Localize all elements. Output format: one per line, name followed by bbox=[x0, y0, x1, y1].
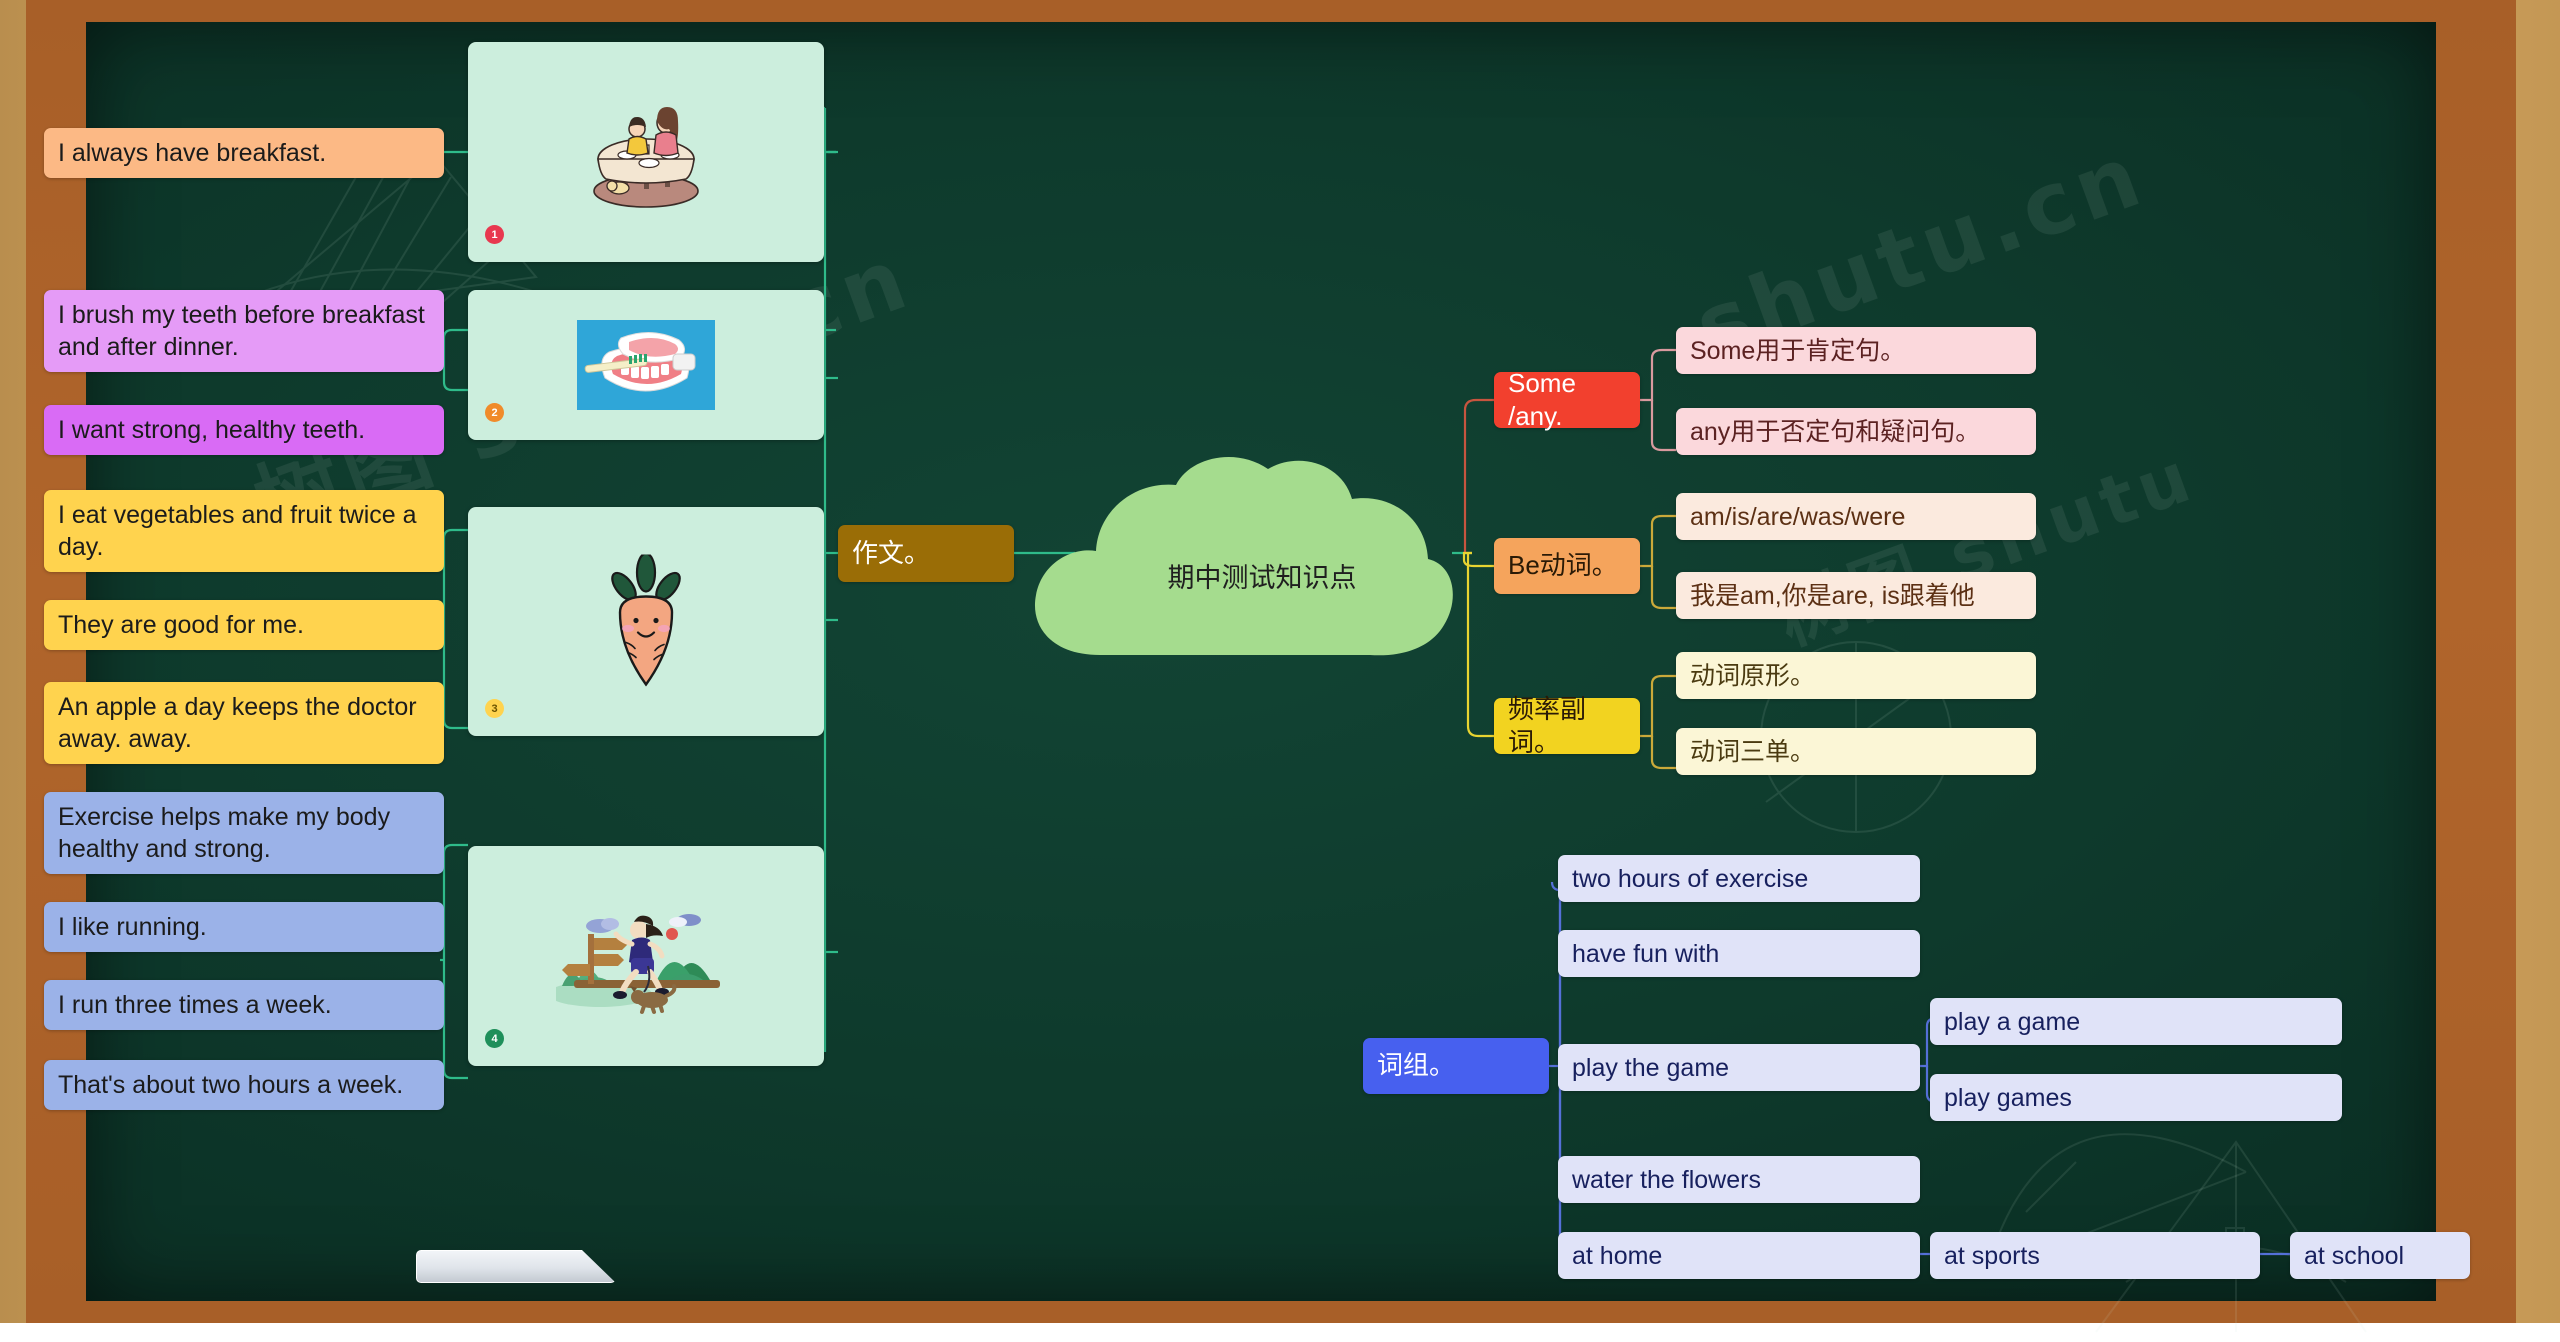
smiling-carrot-icon bbox=[598, 554, 694, 689]
card-badge: 2 bbox=[485, 403, 504, 422]
grammar-label: Some /any. bbox=[1508, 367, 1626, 434]
center-topic-label: 期中测试知识点 bbox=[1030, 455, 1460, 670]
phrase-node[interactable]: have fun with bbox=[1558, 930, 1920, 977]
grammar-child-text: 动词三单。 bbox=[1690, 736, 1815, 768]
sentence-node[interactable]: Exercise helps make my body healthy and … bbox=[44, 792, 444, 874]
center-topic-cloud[interactable]: 期中测试知识点 bbox=[1030, 455, 1460, 670]
phrase-text: have fun with bbox=[1572, 938, 1719, 970]
woman-jogging-with-dog-icon bbox=[556, 896, 736, 1016]
grammar-child-text: any用于否定句和疑问句。 bbox=[1690, 416, 1980, 448]
sentence-text: Exercise helps make my body healthy and … bbox=[58, 801, 430, 865]
phrase-child-node[interactable]: play a game bbox=[1930, 998, 2342, 1045]
phrases-label: 词组。 bbox=[1377, 1049, 1455, 1082]
sentence-node[interactable]: They are good for me. bbox=[44, 600, 444, 650]
phrase-child-node[interactable]: play games bbox=[1930, 1074, 2342, 1121]
sentence-node[interactable]: I brush my teeth before breakfast and af… bbox=[44, 290, 444, 372]
grammar-child-node[interactable]: 动词原形。 bbox=[1676, 652, 2036, 699]
card-badge: 3 bbox=[485, 699, 504, 718]
sentence-node[interactable]: I run three times a week. bbox=[44, 980, 444, 1030]
sentence-node[interactable]: That's about two hours a week. bbox=[44, 1060, 444, 1110]
grammar-child-text: 动词原形。 bbox=[1690, 660, 1815, 692]
sentence-text: I always have breakfast. bbox=[58, 137, 326, 169]
phrase-child-node[interactable]: at sports bbox=[1930, 1232, 2260, 1279]
sentence-text: That's about two hours a week. bbox=[58, 1069, 403, 1101]
picture-card[interactable]: 4 bbox=[468, 846, 824, 1066]
phrase-child-text: play games bbox=[1944, 1082, 2072, 1114]
picture-card[interactable]: 1 bbox=[468, 42, 824, 262]
sentence-text: An apple a day keeps the doctor away. aw… bbox=[58, 691, 430, 755]
grammar-node-some-any[interactable]: Some /any. bbox=[1494, 372, 1640, 428]
grammar-child-node[interactable]: any用于否定句和疑问句。 bbox=[1676, 408, 2036, 455]
grammar-child-node[interactable]: am/is/are/was/were bbox=[1676, 493, 2036, 540]
phrase-text: water the flowers bbox=[1572, 1164, 1761, 1196]
grammar-node-frequency-adverb[interactable]: 频率副词。 bbox=[1494, 698, 1640, 754]
phrase-text: at home bbox=[1572, 1240, 1662, 1272]
phrase-node[interactable]: play the game bbox=[1558, 1044, 1920, 1091]
sentence-node[interactable]: I eat vegetables and fruit twice a day. bbox=[44, 490, 444, 572]
grammar-child-text: 我是am,你是are, is跟着他 bbox=[1690, 580, 1975, 612]
grammar-label: 频率副词。 bbox=[1508, 693, 1626, 760]
phrase-child-text: at school bbox=[2304, 1240, 2404, 1272]
phrase-node[interactable]: water the flowers bbox=[1558, 1156, 1920, 1203]
watermark-text: 树图 shutu bbox=[1762, 420, 2207, 664]
grammar-child-node[interactable]: Some用于肯定句。 bbox=[1676, 327, 2036, 374]
phrase-node[interactable]: at home bbox=[1558, 1232, 1920, 1279]
sentence-text: I brush my teeth before breakfast and af… bbox=[58, 299, 430, 363]
grammar-child-text: am/is/are/was/were bbox=[1690, 501, 1905, 533]
phrase-node[interactable]: two hours of exercise bbox=[1558, 855, 1920, 902]
grammar-child-node[interactable]: 动词三单。 bbox=[1676, 728, 2036, 775]
grammar-node-be-verb[interactable]: Be动词。 bbox=[1494, 538, 1640, 594]
branch-node-composition[interactable]: 作文。 bbox=[838, 525, 1014, 582]
grammar-child-text: Some用于肯定句。 bbox=[1690, 335, 1905, 367]
sentence-node[interactable]: I want strong, healthy teeth. bbox=[44, 405, 444, 455]
picture-card[interactable]: 3 bbox=[468, 507, 824, 736]
phrase-text: play the game bbox=[1572, 1052, 1729, 1084]
sentence-text: I eat vegetables and fruit twice a day. bbox=[58, 499, 430, 563]
sentence-node[interactable]: An apple a day keeps the doctor away. aw… bbox=[44, 682, 444, 764]
sentence-node[interactable]: I always have breakfast. bbox=[44, 128, 444, 178]
sentence-text: I run three times a week. bbox=[58, 989, 332, 1021]
sentence-text: I want strong, healthy teeth. bbox=[58, 414, 365, 446]
picture-card[interactable]: 2 bbox=[468, 290, 824, 440]
phrases-branch-node[interactable]: 词组。 bbox=[1363, 1038, 1549, 1094]
chalk-eraser[interactable] bbox=[416, 1250, 616, 1283]
sentence-text: I like running. bbox=[58, 911, 207, 943]
phrase-child-text: at sports bbox=[1944, 1240, 2040, 1272]
family-dining-table-icon bbox=[571, 87, 721, 217]
phrase-child-node[interactable]: at school bbox=[2290, 1232, 2470, 1279]
card-badge: 4 bbox=[485, 1029, 504, 1048]
card-badge: 1 bbox=[485, 225, 504, 244]
sentence-node[interactable]: I like running. bbox=[44, 902, 444, 952]
teeth-model-toothbrush-icon bbox=[577, 320, 715, 410]
branch-label: 作文。 bbox=[852, 537, 930, 570]
phrase-text: two hours of exercise bbox=[1572, 863, 1808, 895]
phrase-child-text: play a game bbox=[1944, 1006, 2080, 1038]
sentence-text: They are good for me. bbox=[58, 609, 304, 641]
grammar-child-node[interactable]: 我是am,你是are, is跟着他 bbox=[1676, 572, 2036, 619]
grammar-label: Be动词。 bbox=[1508, 549, 1618, 582]
